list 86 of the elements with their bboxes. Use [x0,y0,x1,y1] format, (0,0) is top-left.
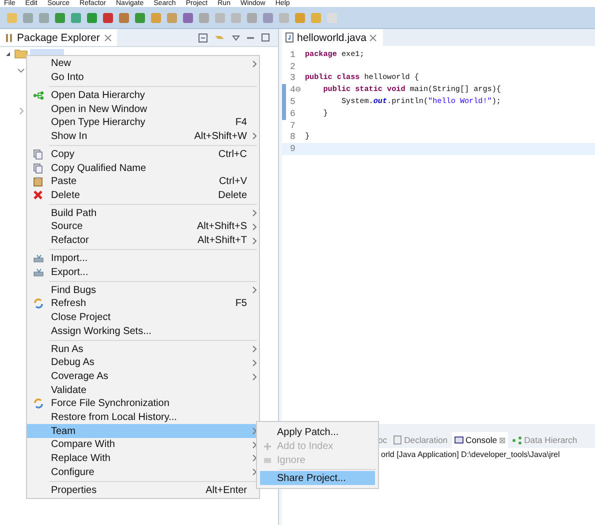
menu-item[interactable]: Apply Patch... [260,425,375,439]
toolbar-icon[interactable] [182,12,194,24]
line-number: 3 [290,73,296,84]
toolbar-icon[interactable] [118,12,130,24]
tray-icon [33,268,44,277]
menu-item[interactable]: Source Alt+Shift+S [27,220,259,234]
chevron-down-icon[interactable] [17,68,25,74]
expand-arrow-icon[interactable] [4,50,12,58]
toolbar-icon[interactable] [102,12,114,24]
toolbar-icon[interactable] [54,12,66,24]
toolbar-icon[interactable] [38,12,50,24]
toolbar-icon[interactable] [22,12,34,24]
copy-icon [33,162,43,174]
menu-item[interactable]: Configure [27,465,259,479]
close-icon[interactable] [369,34,378,42]
menu-item[interactable]: Debug As [27,356,259,370]
toolbar-icon[interactable] [86,12,98,24]
menu-item[interactable]: Team [27,424,259,438]
menu-item[interactable]: Refresh F5 [27,297,259,311]
menu-item[interactable]: Show In Alt+Shift+W [27,130,259,144]
menu-item[interactable]: Validate [27,383,259,397]
menu-item[interactable]: Export... [27,265,259,280]
menu-item[interactable]: Restore from Local History... [27,410,259,424]
menu-item[interactable]: Copy Qualified Name [27,161,259,175]
menu-item[interactable]: Properties Alt+Enter [27,483,259,497]
document-icon [393,435,402,445]
toolbar-icon[interactable] [70,12,82,24]
menu-item[interactable]: Replace With [27,452,259,466]
menu-item[interactable]: Coverage As [27,370,259,384]
view-menu-icon[interactable] [232,34,240,40]
chevron-right-icon[interactable] [19,107,25,115]
toolbar-icon[interactable] [134,12,146,24]
menu-item[interactable]: Open Data Hierarchy [27,88,259,102]
view-tab[interactable]: Console ⊠ [452,432,508,448]
close-icon[interactable] [104,34,112,42]
close-icon[interactable]: ⊠ [499,436,506,444]
paste-icon [33,176,43,188]
maximize-icon[interactable] [261,33,270,42]
menu-item[interactable]: Copy Ctrl+C [27,148,259,162]
editor-tab[interactable]: helloworld.java [282,29,384,46]
refresh-icon [33,398,44,410]
delete-icon [33,190,43,200]
toolbar-icon[interactable] [246,12,258,24]
toolbar-icon[interactable] [150,12,162,24]
menu-item[interactable]: Assign Working Sets... [27,324,259,338]
menu-item[interactable]: New [27,57,259,71]
line-number: 9 [290,144,296,154]
view-tab[interactable]: Package Explorer [0,29,117,46]
copy-icon [33,148,43,160]
panel-title[interactable]: Package Explorer [17,32,100,44]
menu-item[interactable]: Open Type Hierarchy F4 [27,116,259,130]
line-number: 1 [290,50,296,60]
menu-item[interactable]: Refactor Alt+Shift+T [27,234,259,248]
menu-item[interactable]: Open in New Window [27,102,259,116]
line-number: 8 [290,132,296,142]
menu-item[interactable]: Force File Synchronization [27,396,259,411]
menu-item[interactable]: Import... [27,252,259,266]
toolbar-icon[interactable] [262,12,274,24]
menu-item[interactable]: Delete Delete [27,188,259,202]
collapse-all-icon[interactable] [198,32,208,42]
menu-item[interactable]: Close Project [27,310,259,324]
line-number: 4⊖ [290,85,302,96]
tray-icon [33,254,44,264]
hierarchy-icon [512,436,522,444]
menu-item[interactable]: Run As [27,342,259,356]
console-icon [454,436,464,444]
menu-item[interactable]: Paste Ctrl+V [27,174,259,189]
line-number: 2 [290,62,296,72]
plus-icon [263,442,272,450]
console-header: orld [Java Application] D:\developer_tools\Java\jrel [381,450,560,459]
line-number: 5 [290,97,296,108]
refresh-icon [33,298,44,310]
menu-item[interactable]: Build Path [27,206,259,220]
hierarchy-icon [33,90,44,100]
line-number: 6 [290,108,296,119]
package-icon [5,32,13,42]
toolbar-icon[interactable] [166,12,178,24]
toolbar-icon[interactable] [294,12,306,24]
menu-item[interactable]: Compare With [27,438,259,452]
editor-tab-title[interactable]: helloworld.java [297,32,366,44]
toolbar-icon[interactable] [198,12,210,24]
line-number: 7 [290,120,296,131]
java-file-icon [285,32,294,43]
menu-item[interactable]: Share Project... [260,471,375,486]
menu-item[interactable]: Find Bugs [27,283,259,298]
menu-item[interactable]: Go Into [27,70,259,84]
